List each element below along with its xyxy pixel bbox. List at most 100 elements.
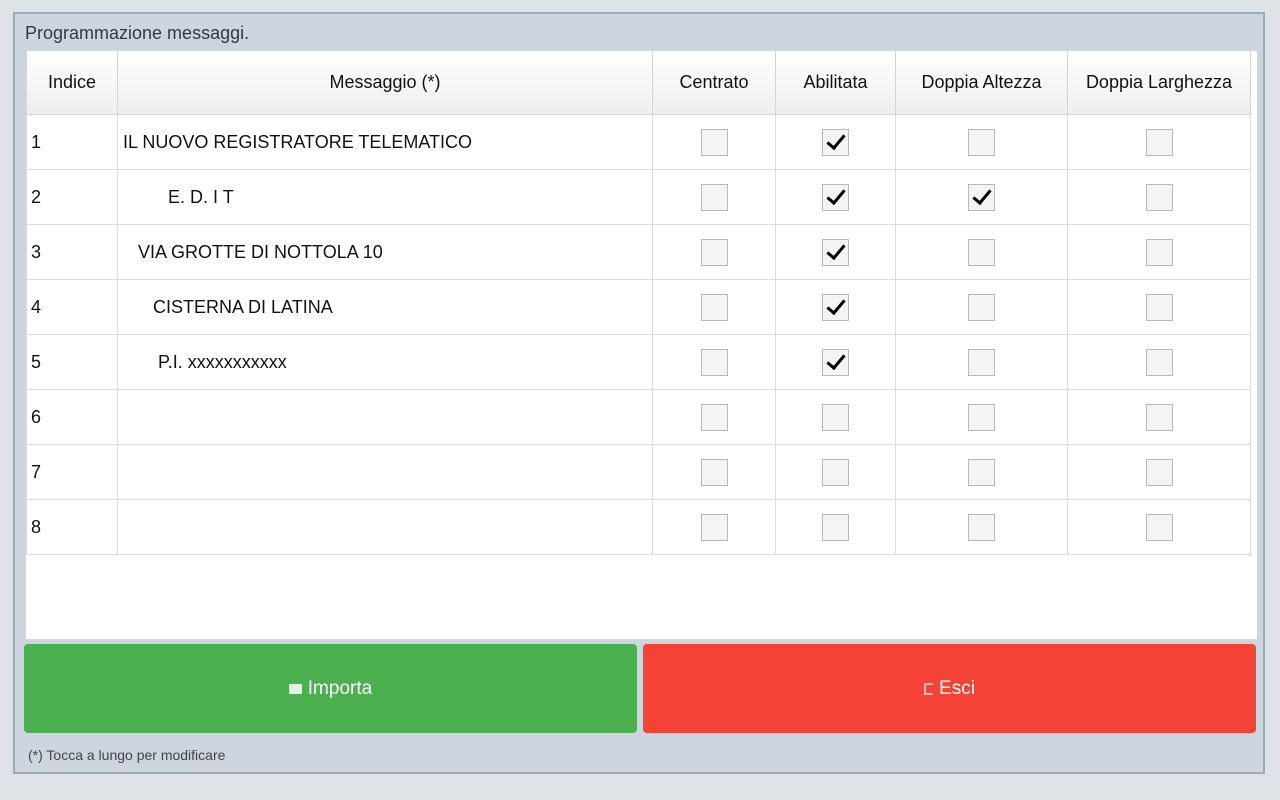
doppia-altezza-cell bbox=[895, 444, 1068, 500]
doppia-altezza-cell bbox=[895, 499, 1068, 555]
header-messaggio: Messaggio (*) bbox=[117, 51, 653, 115]
row-index: 3 bbox=[26, 224, 118, 280]
centrato-checkbox[interactable] bbox=[700, 403, 728, 431]
doppia-altezza-checkbox[interactable] bbox=[968, 348, 995, 376]
abilitata-checkbox[interactable] bbox=[822, 293, 849, 321]
abilitata-cell bbox=[775, 114, 896, 170]
table-row[interactable]: 5 P.I. xxxxxxxxxxx bbox=[26, 334, 1251, 390]
abilitata-checkbox[interactable] bbox=[822, 513, 849, 541]
doppia-larghezza-checkbox[interactable] bbox=[1145, 293, 1173, 321]
centrato-cell bbox=[652, 224, 776, 280]
abilitata-cell bbox=[775, 499, 896, 555]
row-message[interactable]: CISTERNA DI LATINA bbox=[117, 279, 653, 335]
abilitata-checkbox[interactable] bbox=[822, 238, 849, 266]
table-row[interactable]: 3 VIA GROTTE DI NOTTOLA 10 bbox=[26, 224, 1251, 280]
centrato-checkbox[interactable] bbox=[700, 183, 728, 211]
row-message[interactable] bbox=[117, 499, 653, 555]
row-index: 6 bbox=[26, 389, 118, 445]
doppia-altezza-checkbox[interactable] bbox=[968, 403, 995, 431]
abilitata-cell bbox=[775, 444, 896, 500]
doppia-altezza-cell bbox=[895, 334, 1068, 390]
abilitata-checkbox[interactable] bbox=[822, 458, 849, 486]
exit-icon bbox=[924, 682, 934, 695]
doppia-altezza-cell bbox=[895, 279, 1068, 335]
doppia-altezza-cell bbox=[895, 389, 1068, 445]
abilitata-cell bbox=[775, 224, 896, 280]
row-index: 8 bbox=[26, 499, 118, 555]
centrato-checkbox[interactable] bbox=[700, 458, 728, 486]
abilitata-checkbox[interactable] bbox=[822, 183, 849, 211]
centrato-cell bbox=[652, 169, 776, 225]
doppia-altezza-cell bbox=[895, 169, 1068, 225]
doppia-larghezza-cell bbox=[1067, 499, 1251, 555]
header-centrato: Centrato bbox=[652, 51, 776, 115]
centrato-cell bbox=[652, 114, 776, 170]
table-row[interactable]: 6 bbox=[26, 389, 1251, 445]
doppia-larghezza-checkbox[interactable] bbox=[1145, 458, 1173, 486]
doppia-altezza-checkbox[interactable] bbox=[968, 458, 995, 486]
centrato-checkbox[interactable] bbox=[700, 293, 728, 321]
doppia-larghezza-checkbox[interactable] bbox=[1145, 183, 1173, 211]
row-message[interactable] bbox=[117, 444, 653, 500]
row-index: 2 bbox=[26, 169, 118, 225]
import-button[interactable]: Importa bbox=[24, 644, 637, 733]
exit-button-label: Esci bbox=[939, 677, 975, 699]
row-index: 7 bbox=[26, 444, 118, 500]
import-button-label: Importa bbox=[307, 677, 373, 699]
doppia-larghezza-checkbox[interactable] bbox=[1145, 513, 1173, 541]
exit-button[interactable]: Esci bbox=[643, 644, 1256, 733]
doppia-altezza-checkbox[interactable] bbox=[968, 293, 995, 321]
abilitata-checkbox[interactable] bbox=[822, 403, 849, 431]
row-message[interactable]: E. D. I T bbox=[117, 169, 653, 225]
doppia-larghezza-cell bbox=[1067, 279, 1251, 335]
table-row[interactable]: 2 E. D. I T bbox=[26, 169, 1251, 225]
messages-table-container[interactable]: Indice Messaggio (*) Centrato Abilitata … bbox=[26, 51, 1257, 639]
header-indice: Indice bbox=[26, 51, 118, 115]
doppia-altezza-checkbox[interactable] bbox=[968, 238, 995, 266]
doppia-larghezza-checkbox[interactable] bbox=[1145, 348, 1173, 376]
centrato-checkbox[interactable] bbox=[700, 513, 728, 541]
message-programming-dialog: Programmazione messaggi. Indice Messaggi… bbox=[13, 12, 1265, 774]
doppia-larghezza-cell bbox=[1067, 224, 1251, 280]
row-message[interactable]: VIA GROTTE DI NOTTOLA 10 bbox=[117, 224, 653, 280]
abilitata-cell bbox=[775, 169, 896, 225]
doppia-larghezza-checkbox[interactable] bbox=[1145, 238, 1173, 266]
row-message[interactable]: P.I. xxxxxxxxxxx bbox=[117, 334, 653, 390]
messages-table: Indice Messaggio (*) Centrato Abilitata … bbox=[26, 51, 1251, 555]
centrato-cell bbox=[652, 279, 776, 335]
doppia-altezza-cell bbox=[895, 224, 1068, 280]
doppia-larghezza-cell bbox=[1067, 389, 1251, 445]
abilitata-checkbox[interactable] bbox=[822, 128, 849, 156]
centrato-cell bbox=[652, 499, 776, 555]
doppia-altezza-checkbox[interactable] bbox=[968, 183, 995, 211]
doppia-altezza-checkbox[interactable] bbox=[968, 513, 995, 541]
doppia-larghezza-checkbox[interactable] bbox=[1145, 128, 1173, 156]
row-index: 4 bbox=[26, 279, 118, 335]
abilitata-checkbox[interactable] bbox=[822, 348, 849, 376]
doppia-larghezza-cell bbox=[1067, 114, 1251, 170]
centrato-cell bbox=[652, 389, 776, 445]
doppia-larghezza-checkbox[interactable] bbox=[1145, 403, 1173, 431]
abilitata-cell bbox=[775, 389, 896, 445]
header-doppia-altezza: Doppia Altezza bbox=[895, 51, 1068, 115]
doppia-larghezza-cell bbox=[1067, 334, 1251, 390]
table-row[interactable]: 8 bbox=[26, 499, 1251, 555]
table-row[interactable]: 1 IL NUOVO REGISTRATORE TELEMATICO bbox=[26, 114, 1251, 170]
row-message[interactable] bbox=[117, 389, 653, 445]
centrato-checkbox[interactable] bbox=[700, 128, 728, 156]
abilitata-cell bbox=[775, 279, 896, 335]
dialog-title: Programmazione messaggi. bbox=[25, 23, 250, 43]
centrato-checkbox[interactable] bbox=[700, 238, 728, 266]
row-index: 5 bbox=[26, 334, 118, 390]
doppia-altezza-checkbox[interactable] bbox=[968, 128, 995, 156]
footnote: (*) Tocca a lungo per modificare bbox=[28, 747, 226, 763]
centrato-checkbox[interactable] bbox=[700, 348, 728, 376]
header-doppia-larghezza: Doppia Larghezza bbox=[1067, 51, 1251, 115]
centrato-cell bbox=[652, 334, 776, 390]
table-row[interactable]: 4 CISTERNA DI LATINA bbox=[26, 279, 1251, 335]
row-message[interactable]: IL NUOVO REGISTRATORE TELEMATICO bbox=[117, 114, 653, 170]
abilitata-cell bbox=[775, 334, 896, 390]
table-header-row: Indice Messaggio (*) Centrato Abilitata … bbox=[26, 51, 1251, 115]
table-row[interactable]: 7 bbox=[26, 444, 1251, 500]
doppia-larghezza-cell bbox=[1067, 444, 1251, 500]
